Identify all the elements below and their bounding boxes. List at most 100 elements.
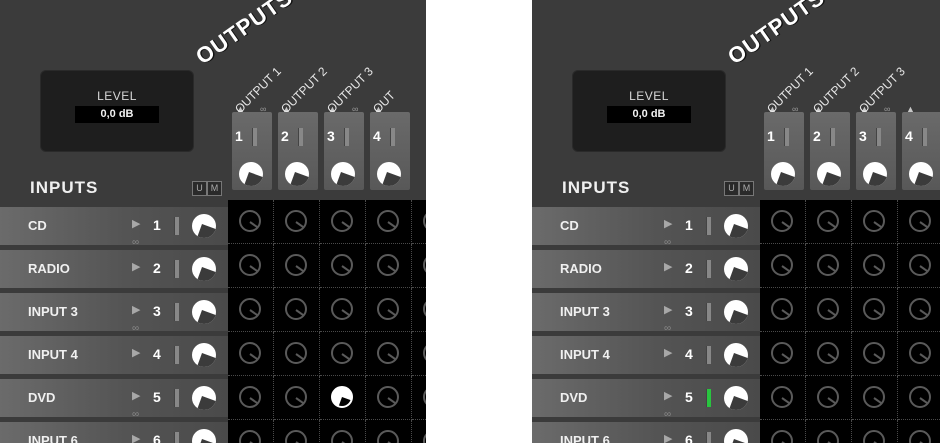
crosspoint-knob-icon[interactable] xyxy=(817,298,839,320)
play-arrow-icon[interactable]: ▶ xyxy=(132,303,140,316)
output-gain-knob[interactable] xyxy=(909,162,933,186)
crosspoint-knob-icon[interactable] xyxy=(423,342,426,364)
play-arrow-icon[interactable]: ▶ xyxy=(664,389,672,402)
crosspoint-cell[interactable] xyxy=(760,420,806,443)
crosspoint-knob-icon[interactable] xyxy=(909,298,931,320)
input-row[interactable]: RADIO ▶ 2 xyxy=(532,250,760,288)
crosspoint-knob-icon[interactable] xyxy=(771,210,793,232)
crosspoint-cell[interactable] xyxy=(852,332,898,376)
crosspoint-cell[interactable] xyxy=(852,288,898,332)
crosspoint-knob-icon[interactable] xyxy=(817,430,839,443)
crosspoint-cell[interactable] xyxy=(806,332,852,376)
crosspoint-cell[interactable] xyxy=(760,200,806,244)
crosspoint-knob-icon[interactable] xyxy=(239,430,261,443)
crosspoint-cell[interactable] xyxy=(274,244,320,288)
play-arrow-icon[interactable]: ▶ xyxy=(132,217,140,230)
crosspoint-cell[interactable] xyxy=(806,200,852,244)
play-arrow-icon[interactable]: ▶ xyxy=(132,346,140,359)
crosspoint-knob-icon[interactable] xyxy=(377,254,399,276)
crosspoint-cell[interactable] xyxy=(412,200,426,244)
crosspoint-cell[interactable] xyxy=(760,244,806,288)
crosspoint-knob-icon[interactable] xyxy=(863,386,885,408)
input-gain-knob[interactable] xyxy=(192,214,216,238)
crosspoint-cell[interactable] xyxy=(852,420,898,443)
input-row[interactable]: RADIO ▶ 2 xyxy=(0,250,228,288)
play-arrow-icon[interactable]: ▶ xyxy=(664,303,672,316)
play-arrow-icon[interactable]: ▶ xyxy=(664,260,672,273)
crosspoint-cell[interactable] xyxy=(852,244,898,288)
solo-button[interactable]: U xyxy=(192,181,207,196)
link-icon[interactable]: ∞ xyxy=(664,323,671,334)
crosspoint-cell[interactable] xyxy=(898,420,940,443)
input-gain-knob[interactable] xyxy=(724,257,748,281)
crosspoint-cell[interactable] xyxy=(412,288,426,332)
crosspoint-cell[interactable] xyxy=(228,332,274,376)
play-arrow-icon[interactable]: ▶ xyxy=(664,432,672,443)
input-row[interactable]: INPUT 6 ▶ 6 xyxy=(0,422,228,443)
input-gain-knob[interactable] xyxy=(192,386,216,410)
crosspoint-cell[interactable] xyxy=(320,244,366,288)
crosspoint-knob-icon[interactable] xyxy=(239,298,261,320)
link-icon[interactable]: ∞ xyxy=(132,409,139,420)
crosspoint-cell[interactable] xyxy=(228,244,274,288)
crosspoint-cell[interactable] xyxy=(852,200,898,244)
level-control[interactable]: LEVEL 0,0 dB xyxy=(572,70,726,152)
input-gain-knob[interactable] xyxy=(724,343,748,367)
crosspoint-knob-icon[interactable] xyxy=(285,210,307,232)
link-icon[interactable]: ∞ xyxy=(884,104,890,114)
crosspoint-cell[interactable] xyxy=(806,288,852,332)
crosspoint-knob-icon[interactable] xyxy=(863,298,885,320)
crosspoint-cell[interactable] xyxy=(412,332,426,376)
solo-button[interactable]: U xyxy=(724,181,739,196)
input-row[interactable]: INPUT 3 ▶ 3 ∞ xyxy=(0,293,228,334)
crosspoint-cell[interactable] xyxy=(320,332,366,376)
input-gain-knob[interactable] xyxy=(192,257,216,281)
input-gain-knob[interactable] xyxy=(724,386,748,410)
crosspoint-knob-icon[interactable] xyxy=(331,430,353,443)
input-gain-knob[interactable] xyxy=(192,300,216,324)
mute-button[interactable]: M xyxy=(207,181,222,196)
crosspoint-knob-icon[interactable] xyxy=(771,430,793,443)
crosspoint-knob-icon[interactable] xyxy=(817,210,839,232)
crosspoint-cell[interactable] xyxy=(320,376,366,420)
play-arrow-icon[interactable]: ▶ xyxy=(132,260,140,273)
crosspoint-cell[interactable] xyxy=(366,420,412,443)
crosspoint-cell[interactable] xyxy=(274,420,320,443)
crosspoint-knob-icon[interactable] xyxy=(771,386,793,408)
crosspoint-cell[interactable] xyxy=(898,376,940,420)
crosspoint-cell[interactable] xyxy=(806,376,852,420)
mute-button[interactable]: M xyxy=(739,181,754,196)
output-gain-knob[interactable] xyxy=(817,162,841,186)
input-gain-knob[interactable] xyxy=(724,300,748,324)
crosspoint-knob-icon[interactable] xyxy=(239,342,261,364)
crosspoint-knob-icon[interactable] xyxy=(377,386,399,408)
input-gain-knob[interactable] xyxy=(724,214,748,238)
crosspoint-cell[interactable] xyxy=(320,200,366,244)
crosspoint-cell[interactable] xyxy=(228,420,274,443)
input-gain-knob[interactable] xyxy=(192,429,216,443)
link-icon[interactable]: ∞ xyxy=(664,237,671,248)
crosspoint-knob-icon[interactable] xyxy=(331,386,353,408)
crosspoint-knob-icon[interactable] xyxy=(771,254,793,276)
play-arrow-icon[interactable]: ▶ xyxy=(132,389,140,402)
crosspoint-cell[interactable] xyxy=(412,244,426,288)
crosspoint-knob-icon[interactable] xyxy=(285,430,307,443)
crosspoint-cell[interactable] xyxy=(898,288,940,332)
crosspoint-knob-icon[interactable] xyxy=(377,298,399,320)
input-gain-knob[interactable] xyxy=(724,429,748,443)
crosspoint-cell[interactable] xyxy=(760,376,806,420)
crosspoint-cell[interactable] xyxy=(898,200,940,244)
crosspoint-cell[interactable] xyxy=(806,244,852,288)
crosspoint-knob-icon[interactable] xyxy=(771,342,793,364)
crosspoint-cell[interactable] xyxy=(898,244,940,288)
crosspoint-knob-icon[interactable] xyxy=(863,254,885,276)
crosspoint-cell[interactable] xyxy=(366,288,412,332)
crosspoint-cell[interactable] xyxy=(366,332,412,376)
crosspoint-knob-icon[interactable] xyxy=(239,210,261,232)
link-icon[interactable]: ∞ xyxy=(132,323,139,334)
crosspoint-knob-icon[interactable] xyxy=(423,210,426,232)
output-gain-knob[interactable] xyxy=(377,162,401,186)
crosspoint-cell[interactable] xyxy=(852,376,898,420)
crosspoint-cell[interactable] xyxy=(274,332,320,376)
link-icon[interactable]: ∞ xyxy=(260,104,266,114)
